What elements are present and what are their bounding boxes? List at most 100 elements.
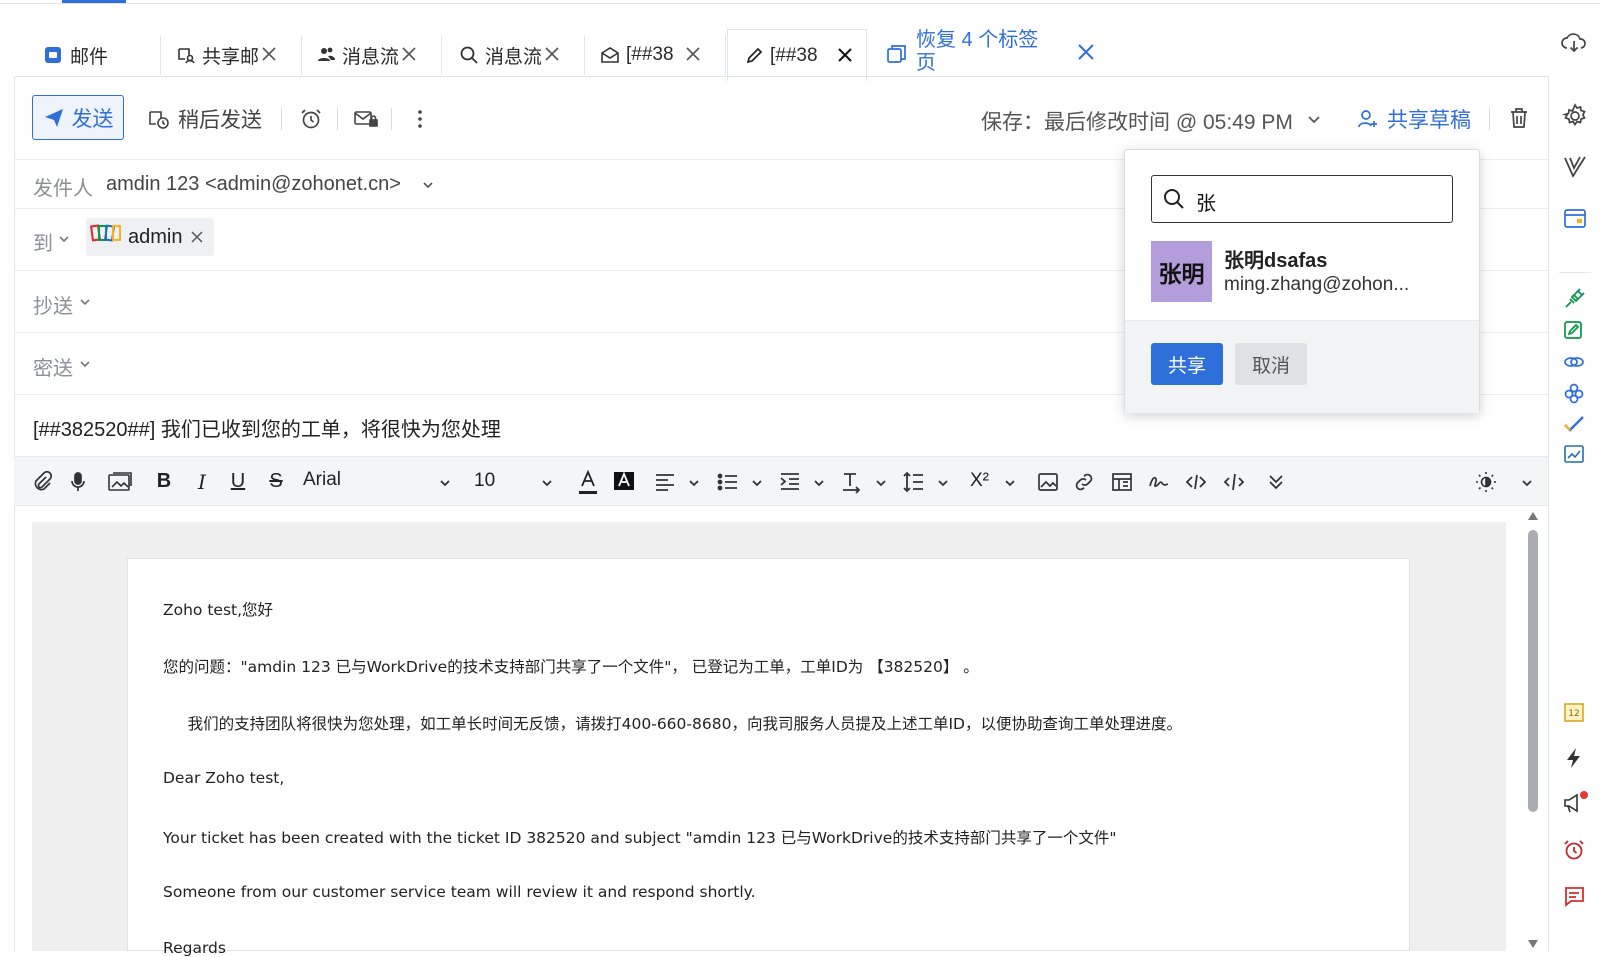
- theme-toggle-icon[interactable]: [1474, 470, 1498, 494]
- close-icon[interactable]: [398, 43, 420, 65]
- tab-shared-mail[interactable]: 共享邮: [160, 29, 302, 81]
- analytics-app-icon[interactable]: [1562, 442, 1588, 468]
- remove-recipient-icon[interactable]: [190, 230, 204, 244]
- avatar: 张明: [1151, 241, 1212, 302]
- chevron-down-icon[interactable]: [1003, 476, 1017, 490]
- zia-icon[interactable]: [1562, 154, 1588, 180]
- code-icon[interactable]: [1184, 470, 1208, 494]
- signature-icon[interactable]: [1147, 470, 1171, 494]
- close-icon[interactable]: [541, 43, 563, 65]
- flower-app-icon[interactable]: [1562, 381, 1588, 407]
- chevron-down-icon[interactable]: [687, 476, 701, 490]
- reminder-clock-icon[interactable]: [1562, 838, 1588, 864]
- chevron-down-icon[interactable]: [812, 476, 826, 490]
- text-color-icon[interactable]: [576, 470, 600, 494]
- chevron-down-icon[interactable]: [936, 476, 950, 490]
- send-later-button[interactable]: 稍后发送: [148, 104, 262, 134]
- contact-result[interactable]: 张明 张明dsafas ming.zhang@zohon...: [1125, 236, 1479, 310]
- recipient-chip[interactable]: admin: [86, 218, 214, 256]
- scroll-up-icon[interactable]: [1528, 512, 1538, 520]
- clock-send-icon: [148, 108, 170, 130]
- announcement-icon[interactable]: [1562, 790, 1588, 816]
- calendar-app-icon[interactable]: [1562, 205, 1588, 231]
- close-icon[interactable]: [258, 43, 280, 65]
- underline-icon[interactable]: U: [226, 470, 250, 494]
- scrollbar-thumb[interactable]: [1528, 530, 1538, 812]
- source-code-icon[interactable]: [1222, 470, 1246, 494]
- more-format-icon[interactable]: [1264, 470, 1288, 494]
- chevron-down-icon[interactable]: [1306, 111, 1322, 127]
- close-icon[interactable]: [834, 44, 856, 66]
- send-label: 发送: [71, 107, 114, 131]
- chevron-down-icon[interactable]: [874, 476, 888, 490]
- tab-compose-active[interactable]: [##38: [727, 29, 867, 81]
- from-label: 发件人: [33, 178, 93, 200]
- share-draft-button[interactable]: 共享草稿: [1356, 104, 1471, 134]
- insert-image-icon[interactable]: [107, 470, 132, 494]
- chat-icon[interactable]: [1562, 884, 1588, 910]
- more-options-icon[interactable]: [408, 107, 432, 131]
- from-value[interactable]: amdin 123 <admin@zohonet.cn>: [106, 173, 401, 196]
- scroll-down-icon[interactable]: [1528, 940, 1538, 948]
- microphone-icon[interactable]: [66, 470, 90, 494]
- bcc-label[interactable]: 密送: [33, 352, 73, 381]
- chevron-down-icon[interactable]: [750, 476, 764, 490]
- envelope-open-icon: [600, 45, 620, 65]
- sticky-note-icon[interactable]: 12: [1562, 700, 1588, 726]
- background-color-icon[interactable]: [612, 470, 636, 494]
- chevron-down-icon[interactable]: [78, 357, 92, 371]
- cc-label[interactable]: 抄送: [33, 290, 73, 319]
- tab-stream-2[interactable]: 消息流: [443, 29, 585, 81]
- text-direction-icon[interactable]: [840, 470, 864, 494]
- pencil-icon: [744, 46, 764, 66]
- editor-scrollbar[interactable]: [1525, 512, 1541, 951]
- tab-stream-1[interactable]: 消息流: [300, 29, 442, 81]
- strikethrough-icon[interactable]: S: [264, 470, 288, 494]
- chevron-down-icon[interactable]: [1520, 476, 1534, 490]
- italic-icon[interactable]: I: [190, 470, 214, 494]
- image-icon[interactable]: [1036, 470, 1060, 494]
- contact-email: ming.zhang@zohon...: [1224, 274, 1410, 295]
- align-icon[interactable]: [653, 470, 677, 494]
- font-family-select[interactable]: Arial: [303, 469, 341, 491]
- send-later-label: 稍后发送: [178, 109, 262, 132]
- share-button[interactable]: 共享: [1151, 343, 1223, 385]
- close-restore-icon[interactable]: [1075, 41, 1097, 63]
- send-button[interactable]: 发送: [32, 95, 124, 140]
- attachment-icon[interactable]: [30, 470, 54, 494]
- lightning-icon[interactable]: [1562, 746, 1588, 772]
- secure-mail-icon[interactable]: [353, 108, 379, 130]
- settings-icon[interactable]: [1562, 103, 1588, 129]
- subject-input[interactable]: [##382520##] 我们已收到您的工单，将很快为您处理: [33, 413, 501, 442]
- font-size-select[interactable]: 10: [474, 470, 495, 492]
- chevron-down-icon[interactable]: [57, 232, 71, 246]
- alarm-clock-icon[interactable]: [299, 107, 323, 131]
- to-label[interactable]: 到: [33, 227, 53, 256]
- link-app-icon[interactable]: [1562, 351, 1588, 377]
- trash-icon[interactable]: [1508, 106, 1530, 130]
- edit-note-icon[interactable]: [1562, 319, 1588, 345]
- body-line: 我们的支持团队将很快为您处理，如工单长时间无反馈，请拨打400-660-8680…: [163, 715, 1182, 733]
- bullet-list-icon[interactable]: [716, 470, 740, 494]
- superscript-icon[interactable]: X²: [970, 470, 994, 494]
- table-icon[interactable]: [1110, 470, 1134, 494]
- plugin-icon[interactable]: [1562, 287, 1588, 313]
- indent-icon[interactable]: [778, 470, 802, 494]
- chevron-down-icon[interactable]: [540, 476, 554, 490]
- checkmark-app-icon[interactable]: [1562, 412, 1588, 438]
- active-app-indicator: [62, 0, 126, 3]
- line-spacing-icon[interactable]: [902, 470, 926, 494]
- bold-icon[interactable]: B: [152, 470, 176, 494]
- tab-label: 共享邮: [202, 46, 258, 68]
- close-icon[interactable]: [682, 43, 704, 65]
- cloud-download-icon[interactable]: [1560, 29, 1588, 55]
- share-search-input[interactable]: 张: [1151, 175, 1453, 223]
- chevron-down-icon[interactable]: [78, 295, 92, 309]
- chevron-down-icon[interactable]: [438, 476, 452, 490]
- tab-mail[interactable]: 邮件: [14, 29, 161, 81]
- chevron-down-icon[interactable]: [421, 178, 435, 192]
- link-icon[interactable]: [1072, 470, 1096, 494]
- cancel-button[interactable]: 取消: [1235, 343, 1307, 385]
- share-draft-popover: 张 张明 张明dsafas ming.zhang@zohon... 共享 取消: [1124, 149, 1480, 413]
- tab-ticket-read[interactable]: [##38: [584, 29, 726, 81]
